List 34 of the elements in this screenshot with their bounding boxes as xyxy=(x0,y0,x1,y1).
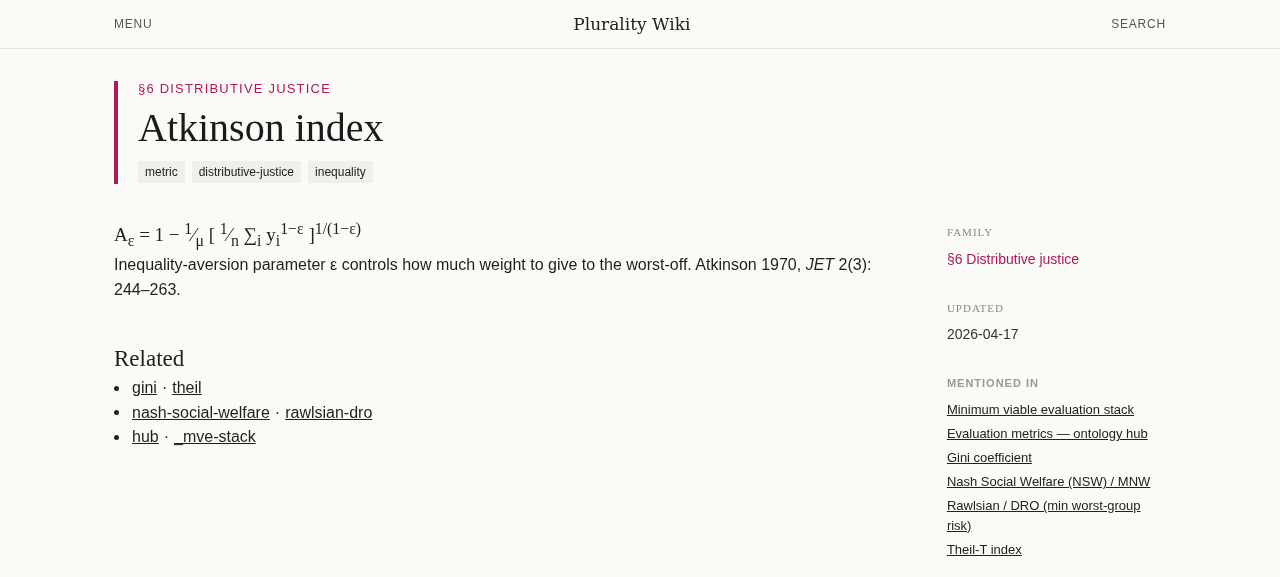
separator-dot: · xyxy=(161,378,168,399)
page-title: Atkinson index xyxy=(138,104,385,151)
mentioned-link[interactable]: Gini coefficient xyxy=(946,448,1032,468)
bullet-icon xyxy=(114,434,119,440)
search-link[interactable]: SEARCH xyxy=(1111,17,1166,31)
related-heading: Related xyxy=(114,346,186,373)
mentioned-link[interactable]: Nash Social Welfare (NSW) / MNW xyxy=(946,472,1151,492)
related-link[interactable]: theil xyxy=(172,376,202,401)
mentioned-link[interactable]: Minimum viable evaluation stack xyxy=(946,400,1134,420)
family-label: FAMILY xyxy=(946,226,995,238)
separator-dot: · xyxy=(274,402,281,423)
tag[interactable]: inequality xyxy=(308,161,373,183)
tag[interactable]: metric xyxy=(138,161,185,183)
related-link[interactable]: nash-social-welfare xyxy=(132,400,270,426)
mentioned-link[interactable]: Evaluation metrics — ontology hub xyxy=(946,424,1148,444)
related-link[interactable]: rawlsian-dro xyxy=(285,400,373,426)
related-link[interactable]: gini xyxy=(132,376,157,401)
bullet-icon xyxy=(114,410,119,416)
separator-dot: · xyxy=(163,427,170,448)
site-title: Plurality Wiki xyxy=(573,14,691,34)
menu-link[interactable]: MENU xyxy=(114,17,153,31)
mentioned-label: MENTIONED IN xyxy=(946,377,1040,389)
formula: A$_{ε}$ = 1 − $^{1}$⁄$_{μ}$ [ $^{1}$⁄$_{n}$ ∑$_{i}$ y$_{i}$$^{1−ε}$ ]$^{1/(1−ε)}$ xyxy=(114,220,363,251)
mentioned-link[interactable]: Theil-T index xyxy=(946,540,1022,560)
family-link[interactable]: §6 Distributive justice xyxy=(946,251,1166,267)
mentioned-link[interactable]: Rawlsian / DRO (min worst-group risk) xyxy=(946,496,1166,536)
related-link[interactable]: hub xyxy=(132,425,159,450)
bullet-icon xyxy=(114,385,119,391)
updated-date: 2026-04-17 xyxy=(946,326,1020,342)
updated-label: UPDATED xyxy=(946,302,1005,314)
related-link[interactable]: _mve-stack xyxy=(174,425,256,450)
tag[interactable]: distributive-justice xyxy=(191,161,302,183)
description-text: Inequality-aversion parameter ε controls how much weight to give to the worst-off. Atkinson 1970, JET 2(3): 244–263. xyxy=(114,255,873,301)
section-label: §6 DISTRIBUTIVE JUSTICE xyxy=(138,81,333,96)
